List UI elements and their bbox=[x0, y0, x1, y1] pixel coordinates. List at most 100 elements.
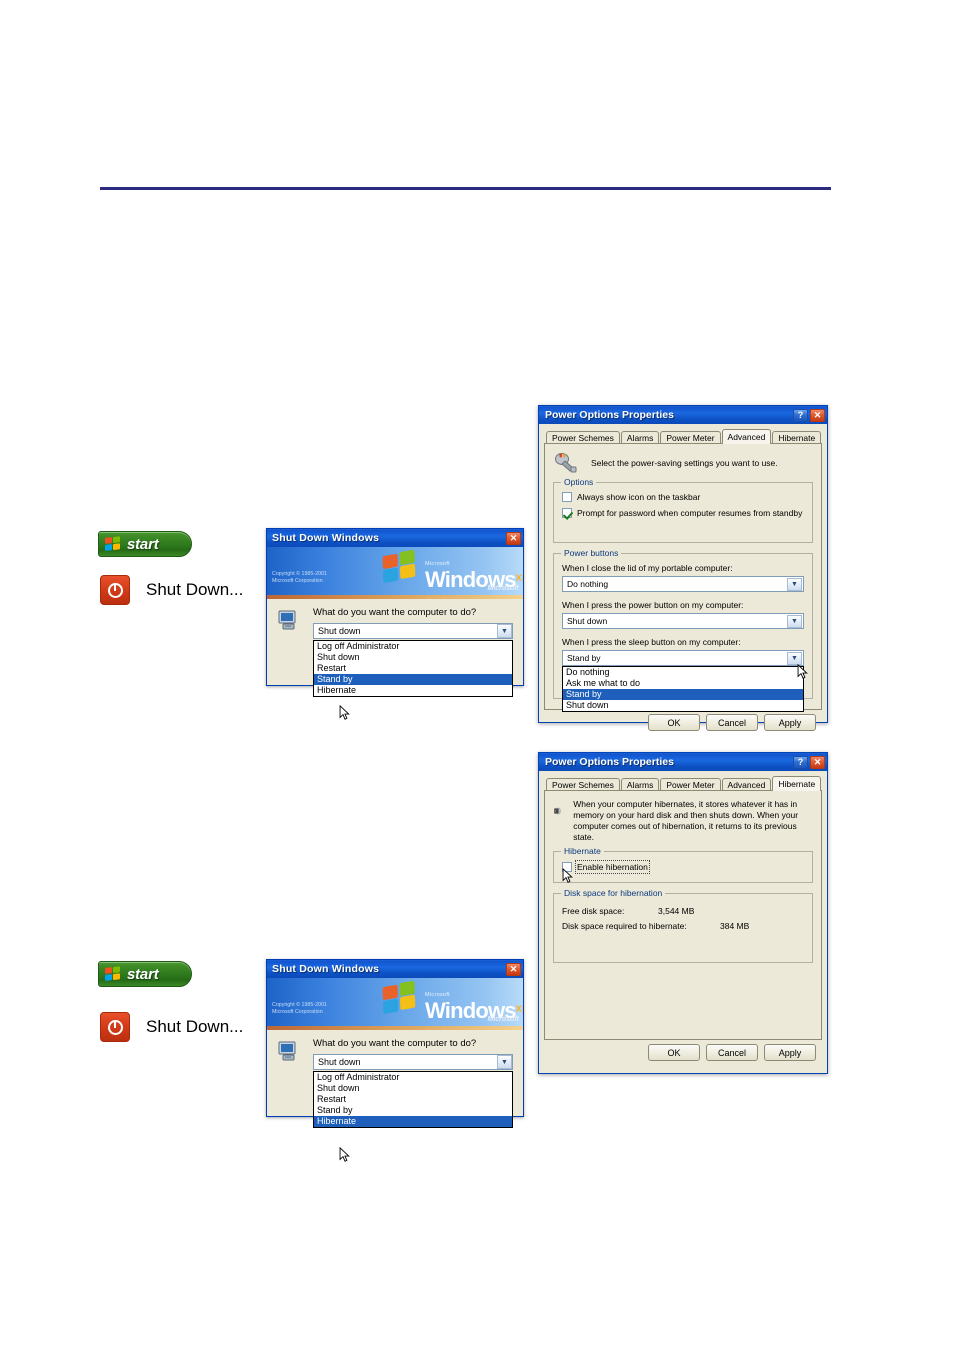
ok-button[interactable]: OK bbox=[648, 714, 700, 731]
action-combobox-2[interactable]: Shut down ▼ Log off Administrator Shut d… bbox=[313, 1054, 513, 1128]
free-disk-space-row: Free disk space: 3,544 MB bbox=[562, 906, 804, 916]
shut-down-menu-item-1[interactable]: Shut Down... bbox=[100, 575, 243, 605]
action-dropdown-list-1[interactable]: Log off Administrator Shut down Restart … bbox=[313, 640, 513, 697]
dialog-title: Power Options Properties bbox=[545, 756, 674, 768]
lid-action-value: Do nothing bbox=[567, 579, 609, 589]
combobox-value[interactable]: Shut down bbox=[313, 1054, 513, 1070]
free-disk-space-label: Free disk space: bbox=[562, 906, 625, 916]
hibernate-group-label: Hibernate bbox=[561, 846, 604, 856]
sleep-button-action-combobox[interactable]: Stand by ▼ Do nothing Ask me what to do … bbox=[562, 650, 804, 712]
power-plug-icon bbox=[555, 453, 577, 473]
close-icon[interactable]: ✕ bbox=[506, 962, 521, 976]
windows-xp-banner: Copyright © 1985-2001 Microsoft Corporat… bbox=[267, 978, 523, 1030]
combobox-value[interactable]: Shut down bbox=[313, 623, 513, 639]
shut-down-windows-dialog-standby: Shut Down Windows ✕ Copyright © 1985-200… bbox=[266, 528, 524, 720]
close-icon[interactable]: ✕ bbox=[810, 755, 825, 769]
title-bar: Power Options Properties ? ✕ bbox=[539, 753, 827, 771]
hibernate-group: Hibernate Enable hibernation bbox=[553, 846, 813, 883]
disk-space-group: Disk space for hibernation Free disk spa… bbox=[553, 888, 813, 963]
hibernate-moon-icon bbox=[554, 807, 561, 815]
power-options-properties-hibernate: Power Options Properties ? ✕ Power Schem… bbox=[538, 752, 828, 1074]
dropdown-option-standby[interactable]: Stand by bbox=[314, 1105, 512, 1116]
enable-hibernation-checkbox-row[interactable]: Enable hibernation bbox=[562, 860, 804, 874]
dialog-title: Power Options Properties bbox=[545, 409, 674, 421]
dropdown-option-logoff[interactable]: Log off Administrator bbox=[314, 1072, 512, 1083]
prompt-password-checkbox-row[interactable]: Prompt for password when computer resume… bbox=[562, 508, 804, 518]
dropdown-option-shutdown[interactable]: Shut down bbox=[314, 652, 512, 663]
action-dropdown-list-2[interactable]: Log off Administrator Shut down Restart … bbox=[313, 1071, 513, 1128]
apply-button[interactable]: Apply bbox=[764, 714, 816, 731]
power-icon bbox=[100, 1012, 130, 1042]
windows-flag-logo-icon bbox=[382, 549, 419, 587]
shut-down-label: Shut Down... bbox=[146, 580, 244, 599]
dropdown-option-hibernate[interactable]: Hibernate bbox=[314, 685, 512, 696]
checkbox-prompt-password[interactable] bbox=[562, 508, 572, 518]
power-buttons-group-label: Power buttons bbox=[561, 548, 622, 558]
options-group-label: Options bbox=[561, 477, 597, 487]
dialog-button-row-advanced: OK Cancel Apply bbox=[544, 710, 822, 737]
power-buttons-group: Power buttons When I close the lid of my… bbox=[553, 548, 813, 712]
action-combobox-1[interactable]: Shut down ▼ Log off Administrator Shut d… bbox=[313, 623, 513, 697]
checkbox-always-show-icon-label: Always show icon on the taskbar bbox=[577, 492, 701, 502]
power-button-action-value: Shut down bbox=[567, 616, 608, 626]
dropdown-option-restart[interactable]: Restart bbox=[314, 663, 512, 674]
dropdown-option-logoff[interactable]: Log off Administrator bbox=[314, 641, 512, 652]
copyright-text: Copyright © 1985-2001 Microsoft Corporat… bbox=[272, 571, 327, 584]
computer-icon bbox=[278, 610, 296, 630]
checkbox-prompt-password-label: Prompt for password when computer resume… bbox=[577, 508, 803, 518]
question-label: What do you want the computer to do? bbox=[313, 607, 477, 618]
lid-label: When I close the lid of my portable comp… bbox=[562, 563, 733, 573]
dropdown-option-shut-down[interactable]: Shut down bbox=[563, 700, 803, 711]
pane-header: Select the power-saving settings you wan… bbox=[553, 452, 813, 474]
windows-xp-banner: Copyright © 1985-2001 Microsoft Corporat… bbox=[267, 547, 523, 599]
close-icon[interactable]: ✕ bbox=[810, 408, 825, 422]
power-button-action-combobox[interactable]: Shut down ▼ bbox=[562, 613, 804, 629]
required-space-value: 384 MB bbox=[720, 921, 750, 931]
help-icon[interactable]: ? bbox=[793, 408, 808, 422]
dropdown-option-shutdown[interactable]: Shut down bbox=[314, 1083, 512, 1094]
title-bar: Shut Down Windows ✕ bbox=[267, 529, 523, 547]
hibernate-description: When your computer hibernates, it stores… bbox=[573, 799, 799, 842]
shut-down-menu-item-2[interactable]: Shut Down... bbox=[100, 1012, 243, 1042]
dropdown-option-standby[interactable]: Stand by bbox=[314, 674, 512, 685]
logo-xp-text: xp bbox=[515, 1002, 523, 1015]
lid-action-combobox[interactable]: Do nothing ▼ bbox=[562, 576, 804, 592]
sleep-button-action-value: Stand by bbox=[567, 653, 601, 663]
computer-icon bbox=[278, 1041, 296, 1061]
chevron-down-icon[interactable]: ▼ bbox=[497, 1055, 512, 1069]
tab-advanced[interactable]: Advanced bbox=[721, 429, 772, 444]
power-options-properties-advanced: Power Options Properties ? ✕ Power Schem… bbox=[538, 405, 828, 731]
microsoft-brand-mark: Microsoft bbox=[487, 1016, 520, 1023]
power-icon bbox=[100, 575, 130, 605]
checkbox-enable-hibernation[interactable] bbox=[562, 862, 572, 872]
ok-button[interactable]: OK bbox=[648, 1044, 700, 1061]
checkbox-always-show-icon[interactable] bbox=[562, 492, 572, 502]
copyright-text: Copyright © 1985-2001 Microsoft Corporat… bbox=[272, 1002, 327, 1015]
chevron-down-icon[interactable]: ▼ bbox=[497, 624, 512, 638]
chevron-down-icon[interactable]: ▼ bbox=[787, 615, 802, 628]
free-disk-space-value: 3,544 MB bbox=[658, 906, 695, 916]
apply-button[interactable]: Apply bbox=[764, 1044, 816, 1061]
tab-pane-hibernate: When your computer hibernates, it stores… bbox=[544, 790, 822, 1040]
dropdown-option-ask-me[interactable]: Ask me what to do bbox=[563, 678, 803, 689]
dropdown-option-do-nothing[interactable]: Do nothing bbox=[563, 667, 803, 678]
close-icon[interactable]: ✕ bbox=[506, 531, 521, 545]
dropdown-option-restart[interactable]: Restart bbox=[314, 1094, 512, 1105]
chevron-down-icon[interactable]: ▼ bbox=[787, 652, 802, 665]
required-space-label: Disk space required to hibernate: bbox=[562, 921, 687, 931]
dialog-title: Shut Down Windows bbox=[272, 963, 380, 975]
sleep-action-dropdown-list[interactable]: Do nothing Ask me what to do Stand by Sh… bbox=[562, 666, 804, 712]
help-icon[interactable]: ? bbox=[793, 755, 808, 769]
always-show-icon-checkbox-row[interactable]: Always show icon on the taskbar bbox=[562, 492, 804, 502]
start-button-2[interactable]: start bbox=[98, 961, 192, 987]
cancel-button[interactable]: Cancel bbox=[706, 714, 758, 731]
start-button-1[interactable]: start bbox=[98, 531, 192, 557]
cancel-button[interactable]: Cancel bbox=[706, 1044, 758, 1061]
dropdown-option-hibernate[interactable]: Hibernate bbox=[314, 1116, 512, 1127]
dropdown-option-stand-by[interactable]: Stand by bbox=[563, 689, 803, 700]
question-label: What do you want the computer to do? bbox=[313, 1038, 477, 1049]
start-button-label: start bbox=[127, 965, 159, 983]
shut-down-label: Shut Down... bbox=[146, 1017, 244, 1036]
tab-hibernate[interactable]: Hibernate bbox=[772, 776, 822, 791]
chevron-down-icon[interactable]: ▼ bbox=[787, 578, 802, 591]
